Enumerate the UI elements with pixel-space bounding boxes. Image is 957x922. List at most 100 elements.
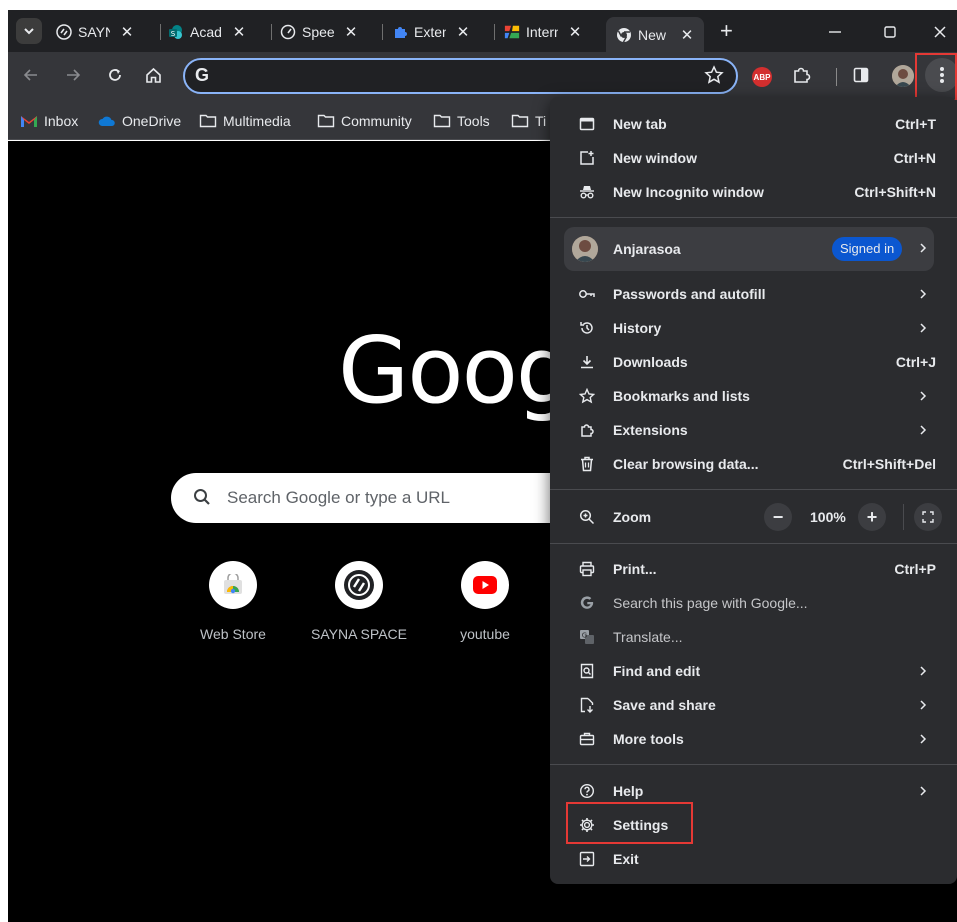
menu-item-extensions[interactable]: Extensions — [550, 413, 950, 447]
bookmark-folder-ti[interactable]: Ti — [511, 112, 546, 130]
zoom-level: 100% — [810, 509, 846, 525]
chrome-menu: New tab Ctrl+T New window Ctrl+N New Inc… — [550, 97, 957, 884]
menu-item-search-page[interactable]: Search this page with Google... — [550, 586, 950, 620]
new-tab-icon — [578, 115, 596, 133]
find-icon — [578, 662, 596, 680]
chevron-right-icon — [918, 732, 928, 746]
menu-item-history[interactable]: History — [550, 311, 950, 345]
menu-item-more-tools[interactable]: More tools — [550, 722, 950, 756]
bookmark-folder-multimedia[interactable]: Multimedia — [199, 112, 291, 130]
zoom-out-button[interactable]: − — [764, 503, 792, 531]
address-bar[interactable]: G — [183, 58, 738, 94]
folder-icon — [511, 113, 529, 129]
chrome-icon — [616, 27, 632, 43]
new-tab-button[interactable]: + — [720, 20, 733, 42]
download-icon — [578, 353, 596, 371]
bookmark-onedrive[interactable]: OneDrive — [98, 112, 181, 130]
close-icon[interactable]: ✕ — [232, 23, 246, 41]
zoom-in-button[interactable]: + — [858, 503, 886, 531]
menu-item-translate[interactable]: G Translate... — [550, 620, 950, 654]
history-icon — [578, 319, 596, 337]
close-icon[interactable]: ✕ — [120, 23, 134, 41]
back-button[interactable] — [20, 64, 42, 86]
folder-icon — [199, 113, 217, 129]
profile-name: Anjarasoa — [613, 241, 681, 257]
side-panel-button[interactable] — [850, 64, 872, 86]
puzzle-icon — [794, 67, 811, 83]
side-panel-icon — [853, 67, 869, 83]
avatar[interactable] — [892, 65, 914, 87]
home-button[interactable] — [142, 64, 164, 86]
zoom-icon — [578, 508, 596, 526]
minimize-button[interactable] — [825, 22, 845, 42]
tab-extensions[interactable]: Exten ✕ — [392, 17, 470, 47]
colorful-icon — [504, 24, 520, 40]
bookmark-star-icon[interactable] — [704, 65, 724, 85]
speedometer-icon — [280, 24, 296, 40]
tab-academy[interactable]: S Acad ✕ — [168, 17, 246, 47]
chevron-right-icon — [918, 287, 928, 301]
chevron-right-icon — [918, 321, 928, 335]
shortcut-label: youtube — [460, 626, 510, 642]
extensions-button[interactable] — [790, 64, 812, 86]
menu-divider — [550, 217, 957, 218]
menu-divider — [550, 543, 957, 544]
google-logo: Goog — [338, 317, 574, 424]
menu-item-print[interactable]: Print... Ctrl+P — [550, 552, 950, 586]
menu-item-zoom: Zoom − 100% + — [550, 500, 950, 534]
menu-item-new-incognito[interactable]: New Incognito window Ctrl+Shift+N — [550, 175, 950, 209]
menu-item-bookmarks[interactable]: Bookmarks and lists — [550, 379, 950, 413]
menu-item-exit[interactable]: Exit — [550, 842, 950, 876]
puzzle-icon — [392, 24, 408, 40]
new-window-icon — [578, 149, 596, 167]
shortcut-web-store[interactable]: Web Store — [178, 561, 288, 642]
avatar — [572, 236, 598, 262]
fullscreen-button[interactable] — [914, 503, 942, 531]
forward-button[interactable] — [62, 64, 84, 86]
close-window-button[interactable] — [930, 22, 950, 42]
bookmark-folder-tools[interactable]: Tools — [433, 112, 490, 130]
close-icon[interactable]: ✕ — [568, 23, 582, 41]
menu-item-passwords[interactable]: Passwords and autofill — [550, 277, 950, 311]
tab-intern[interactable]: Intern ✕ — [504, 17, 582, 47]
tab-sayna[interactable]: SAYN ✕ — [56, 17, 134, 47]
close-icon[interactable]: ✕ — [344, 23, 358, 41]
menu-divider — [550, 489, 957, 490]
menu-profile-row[interactable]: Anjarasoa Signed in — [564, 227, 934, 271]
chevron-right-icon — [918, 423, 928, 437]
toolbox-icon — [578, 730, 596, 748]
bookmark-folder-community[interactable]: Community — [317, 112, 412, 130]
tab-new-tab[interactable]: New ✕ — [606, 17, 704, 52]
adblock-plus-icon[interactable]: ABP — [752, 67, 772, 87]
maximize-button[interactable] — [880, 22, 900, 42]
tab-speed[interactable]: Spee ✕ — [280, 17, 358, 47]
menu-item-find-edit[interactable]: Find and edit — [550, 654, 950, 688]
chevron-right-icon — [918, 664, 928, 678]
close-icon[interactable]: ✕ — [456, 23, 470, 41]
arrow-left-icon — [23, 69, 37, 81]
zoom-divider — [903, 504, 904, 530]
reload-button[interactable] — [104, 64, 126, 86]
toolbar-divider — [836, 68, 837, 86]
menu-button-highlight — [915, 53, 957, 101]
chevron-right-icon — [918, 698, 928, 712]
menu-item-new-window[interactable]: New window Ctrl+N — [550, 141, 950, 175]
help-icon — [578, 782, 596, 800]
menu-item-clear-browsing-data[interactable]: Clear browsing data... Ctrl+Shift+Del — [550, 447, 950, 481]
tab-search-button[interactable] — [16, 18, 42, 44]
tab-separator — [271, 24, 272, 40]
menu-item-new-tab[interactable]: New tab Ctrl+T — [550, 107, 950, 141]
menu-item-save-share[interactable]: Save and share — [550, 688, 950, 722]
sayna-icon — [335, 561, 383, 609]
menu-item-downloads[interactable]: Downloads Ctrl+J — [550, 345, 950, 379]
shortcut-label: SAYNA SPACE — [311, 626, 407, 642]
shortcut-sayna-space[interactable]: SAYNA SPACE — [304, 561, 414, 642]
shortcut-youtube[interactable]: youtube — [430, 561, 540, 642]
close-icon — [934, 26, 946, 38]
tab-title: SAYN — [78, 24, 110, 40]
bookmark-inbox[interactable]: Inbox — [20, 112, 78, 130]
close-icon[interactable]: ✕ — [680, 26, 694, 44]
shortcut-label: Web Store — [200, 626, 266, 642]
sayna-icon — [56, 24, 72, 40]
settings-highlight — [566, 802, 693, 844]
